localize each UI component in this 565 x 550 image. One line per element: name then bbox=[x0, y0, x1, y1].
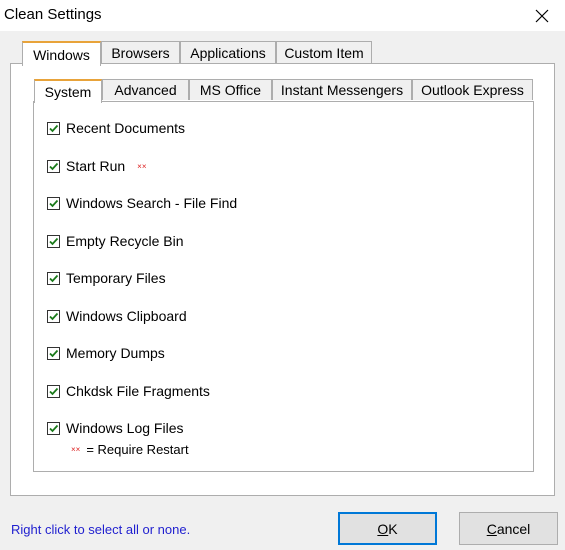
tab-label: Outlook Express bbox=[421, 82, 524, 98]
tab-label: Instant Messengers bbox=[280, 82, 404, 98]
option-label: Memory Dumps bbox=[66, 345, 165, 361]
checkbox[interactable] bbox=[47, 421, 60, 435]
option-label: Chkdsk File Fragments bbox=[66, 383, 210, 399]
option-label: Start Run bbox=[66, 158, 126, 174]
title-bar: Clean Settings bbox=[0, 0, 565, 31]
tab-label: Advanced bbox=[114, 82, 177, 98]
tab-applications[interactable]: Applications bbox=[180, 41, 276, 63]
option-label: Windows Search - File Find bbox=[66, 195, 238, 211]
cancel-button-label: Cancel bbox=[486, 520, 531, 537]
checkbox[interactable] bbox=[47, 234, 60, 248]
tab-outlook-express[interactable]: Outlook Express bbox=[412, 79, 533, 100]
checkbox[interactable] bbox=[47, 271, 60, 285]
option-label: Windows Clipboard bbox=[66, 308, 187, 324]
checkmark-icon bbox=[49, 349, 59, 357]
ok-button-label: OK bbox=[377, 520, 398, 537]
restart-marker: ×× bbox=[71, 445, 81, 454]
hint-text: Right click to select all or none. bbox=[11, 522, 191, 537]
checkmark-icon bbox=[49, 424, 59, 432]
option-label: Windows Log Files bbox=[66, 420, 184, 436]
tab-system[interactable]: System bbox=[34, 79, 102, 103]
restart-legend: ×× = Require Restart bbox=[71, 442, 189, 457]
option-windows-search[interactable]: Windows Search - File Find bbox=[47, 194, 237, 212]
checkmark-icon bbox=[49, 274, 59, 282]
option-recent-documents[interactable]: Recent Documents bbox=[47, 119, 185, 137]
tab-browsers[interactable]: Browsers bbox=[101, 41, 180, 63]
option-memory-dumps[interactable]: Memory Dumps bbox=[47, 344, 165, 362]
tab-label: Applications bbox=[190, 44, 266, 61]
tab-custom-item[interactable]: Custom Item bbox=[276, 41, 372, 63]
tab-ms-office[interactable]: MS Office bbox=[189, 79, 272, 100]
ok-button[interactable]: OK bbox=[338, 512, 437, 545]
tab-label: Windows bbox=[33, 46, 90, 63]
checkmark-icon bbox=[49, 312, 59, 320]
checkmark-icon bbox=[49, 199, 59, 207]
checkmark-icon bbox=[49, 237, 59, 245]
clean-settings-dialog: Clean Settings Windows Browsers Applicat… bbox=[0, 0, 565, 550]
restart-marker: ×× bbox=[137, 161, 147, 171]
checkbox[interactable] bbox=[47, 309, 60, 323]
windows-tab-panel: System Advanced MS Office Instant Messen… bbox=[10, 63, 555, 496]
checkbox[interactable] bbox=[47, 384, 60, 398]
dialog-body: Windows Browsers Applications Custom Ite… bbox=[0, 31, 565, 550]
tab-advanced[interactable]: Advanced bbox=[102, 79, 189, 100]
cancel-button[interactable]: Cancel bbox=[459, 512, 558, 545]
tab-label: Custom Item bbox=[284, 44, 364, 61]
option-start-run[interactable]: Start Run ×× bbox=[47, 157, 146, 175]
checkmark-icon bbox=[49, 387, 59, 395]
checkbox[interactable] bbox=[47, 196, 60, 210]
option-label: Recent Documents bbox=[66, 120, 186, 136]
option-chkdsk-file-fragments[interactable]: Chkdsk File Fragments bbox=[47, 382, 210, 400]
window-title: Clean Settings bbox=[4, 6, 102, 23]
option-windows-clipboard[interactable]: Windows Clipboard bbox=[47, 307, 187, 325]
option-windows-log-files[interactable]: Windows Log Files bbox=[47, 419, 184, 437]
close-button[interactable] bbox=[519, 0, 565, 31]
checkbox[interactable] bbox=[47, 121, 60, 135]
tab-instant-messengers[interactable]: Instant Messengers bbox=[272, 79, 412, 100]
tab-label: System bbox=[44, 84, 92, 100]
option-label: Empty Recycle Bin bbox=[66, 233, 184, 249]
checkmark-icon bbox=[49, 162, 59, 170]
checkmark-icon bbox=[49, 124, 59, 132]
option-label: Temporary Files bbox=[66, 270, 166, 286]
checkbox[interactable] bbox=[47, 159, 60, 173]
legend-text: = Require Restart bbox=[86, 442, 189, 457]
close-icon bbox=[535, 9, 549, 22]
tab-label: Browsers bbox=[111, 44, 170, 61]
option-empty-recycle-bin[interactable]: Empty Recycle Bin bbox=[47, 232, 183, 250]
tab-windows[interactable]: Windows bbox=[22, 41, 101, 66]
checkbox[interactable] bbox=[47, 346, 60, 360]
tab-label: MS Office bbox=[199, 82, 262, 98]
system-tab-panel: Recent Documents Start Run ×× Windows Se… bbox=[33, 101, 534, 472]
option-temporary-files[interactable]: Temporary Files bbox=[47, 269, 166, 287]
